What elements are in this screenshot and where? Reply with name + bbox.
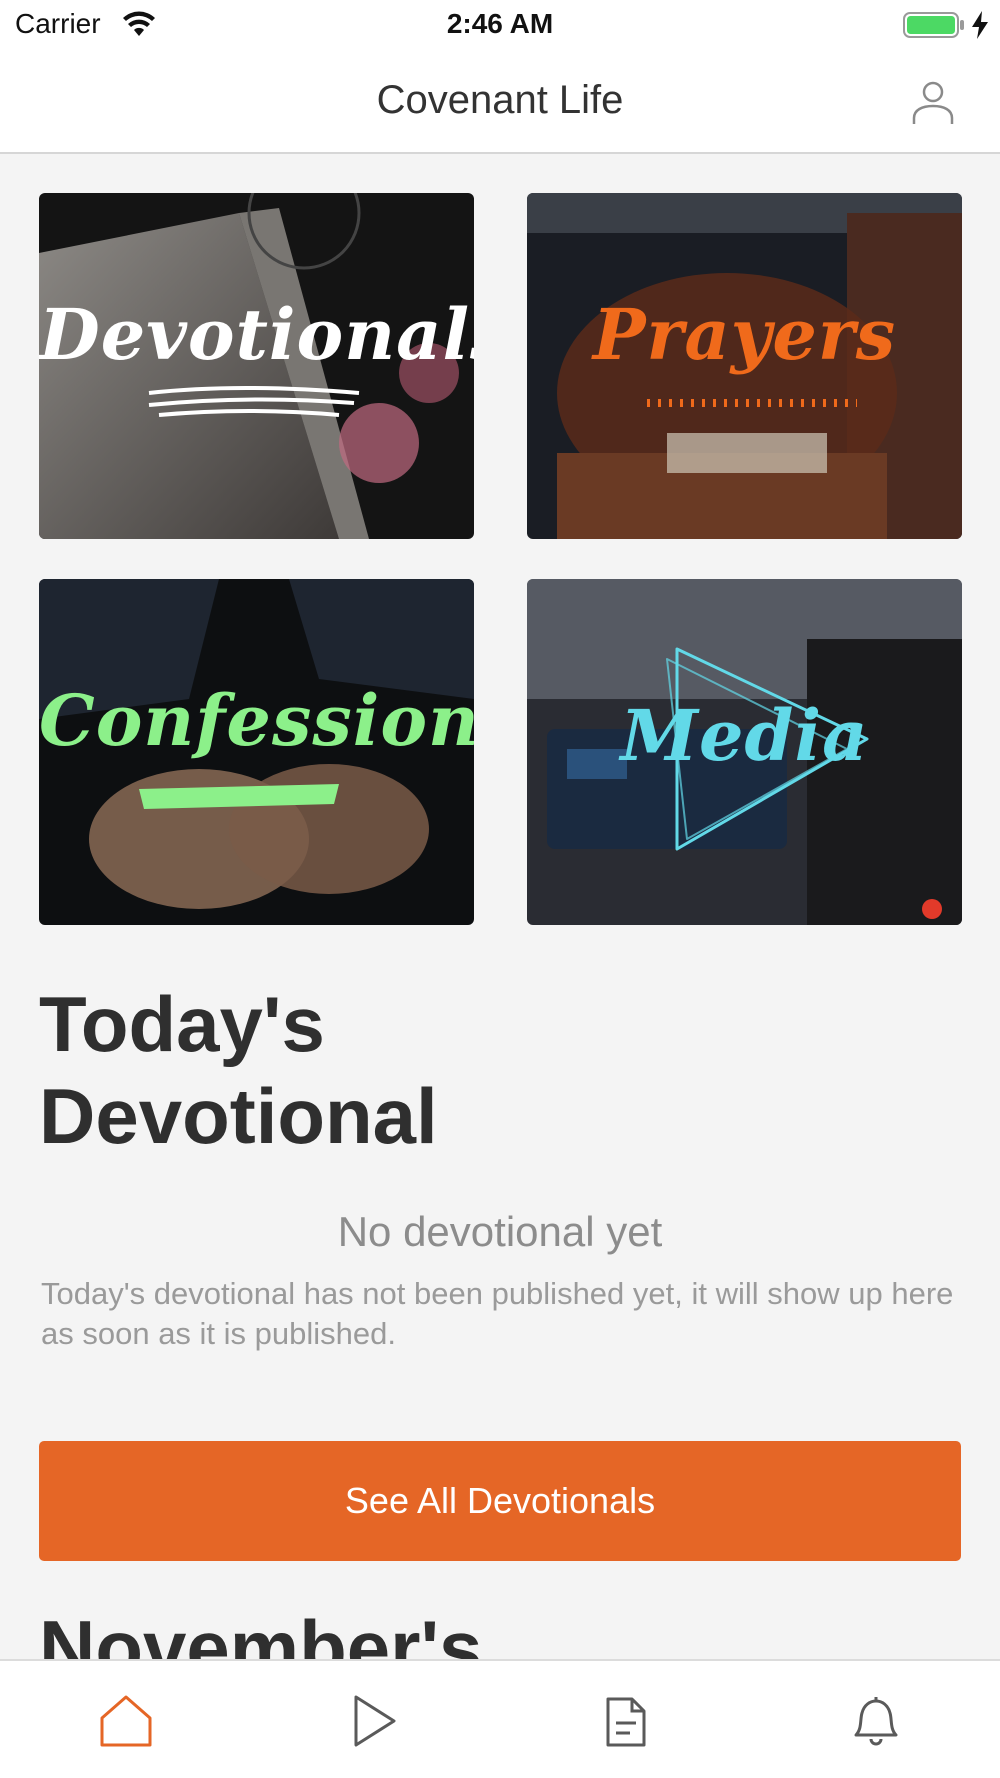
person-icon[interactable] [908,78,958,126]
charging-bolt-icon [972,11,988,39]
navigation-bar: Covenant Life [0,50,1000,154]
see-all-devotionals-button[interactable]: See All Devotionals [39,1441,961,1561]
clock-time: 2:46 AM [446,8,554,39]
battery-icon [903,12,964,38]
bell-icon [854,1697,898,1746]
devotionals-label: Devotionals [39,293,474,376]
tab-home[interactable] [96,1691,156,1751]
media-label: Media [620,694,869,777]
empty-state-message: Today's devotional has not been publishe… [41,1276,954,1351]
prayers-label: Prayers [592,293,897,376]
confessions-tile[interactable]: Confessions [39,579,474,925]
todays-devotional-heading: Today's Devotional [39,980,438,1160]
status-bar: Carrier 2:46 AM [0,0,1000,50]
media-tile[interactable]: Media [527,579,962,925]
confessions-label: Confessions [39,679,474,762]
document-icon [606,1697,646,1747]
tab-notifications[interactable] [846,1691,906,1751]
devotionals-tile[interactable]: Devotionals [39,193,474,539]
home-icon [100,1695,152,1747]
app-title: Covenant Life [376,78,624,122]
play-icon [354,1695,396,1747]
tab-bar [0,1659,1000,1778]
prayers-tile[interactable]: Prayers [527,193,962,539]
tab-media[interactable] [344,1691,404,1751]
tab-notes[interactable] [596,1691,656,1751]
empty-state-title: No devotional yet [337,1208,663,1255]
